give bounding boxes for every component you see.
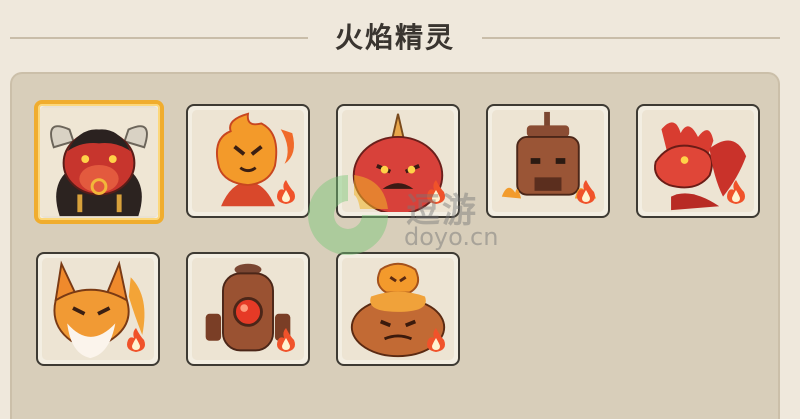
fire-element-icon (727, 180, 745, 204)
fire-element-icon (427, 328, 445, 352)
section-title: 火焰精灵 (334, 21, 455, 54)
pet-card-fire-dragon[interactable] (636, 104, 760, 218)
fire-element-icon (277, 180, 295, 204)
pet-portrait-frame (192, 110, 304, 212)
pet-portrait-frame (642, 110, 754, 212)
header-divider-left (10, 37, 308, 39)
fire-element-icon (127, 328, 145, 352)
pet-card-flame-spirit[interactable] (186, 104, 310, 218)
pet-portrait-frame (40, 106, 158, 218)
pet-card-furnace-robot[interactable] (186, 252, 310, 366)
pet-card-horned-blob[interactable] (336, 104, 460, 218)
minotaur-portrait-icon (40, 107, 158, 217)
section-header: 火焰精灵 (0, 0, 800, 72)
pet-portrait-frame (492, 110, 604, 212)
pet-card-fire-fox[interactable] (36, 252, 160, 366)
fire-element-icon (577, 180, 595, 204)
pet-portrait-frame (342, 110, 454, 212)
pet-card-brick-golem[interactable] (486, 104, 610, 218)
pet-card-minotaur[interactable] (34, 100, 164, 224)
fire-element-icon (427, 180, 445, 204)
pet-portrait-frame (192, 258, 304, 360)
pet-portrait-frame (342, 258, 454, 360)
pet-card-lava-toad[interactable] (336, 252, 460, 366)
pet-portrait-frame (42, 258, 154, 360)
fire-element-icon (277, 328, 295, 352)
header-divider-right (482, 37, 780, 39)
